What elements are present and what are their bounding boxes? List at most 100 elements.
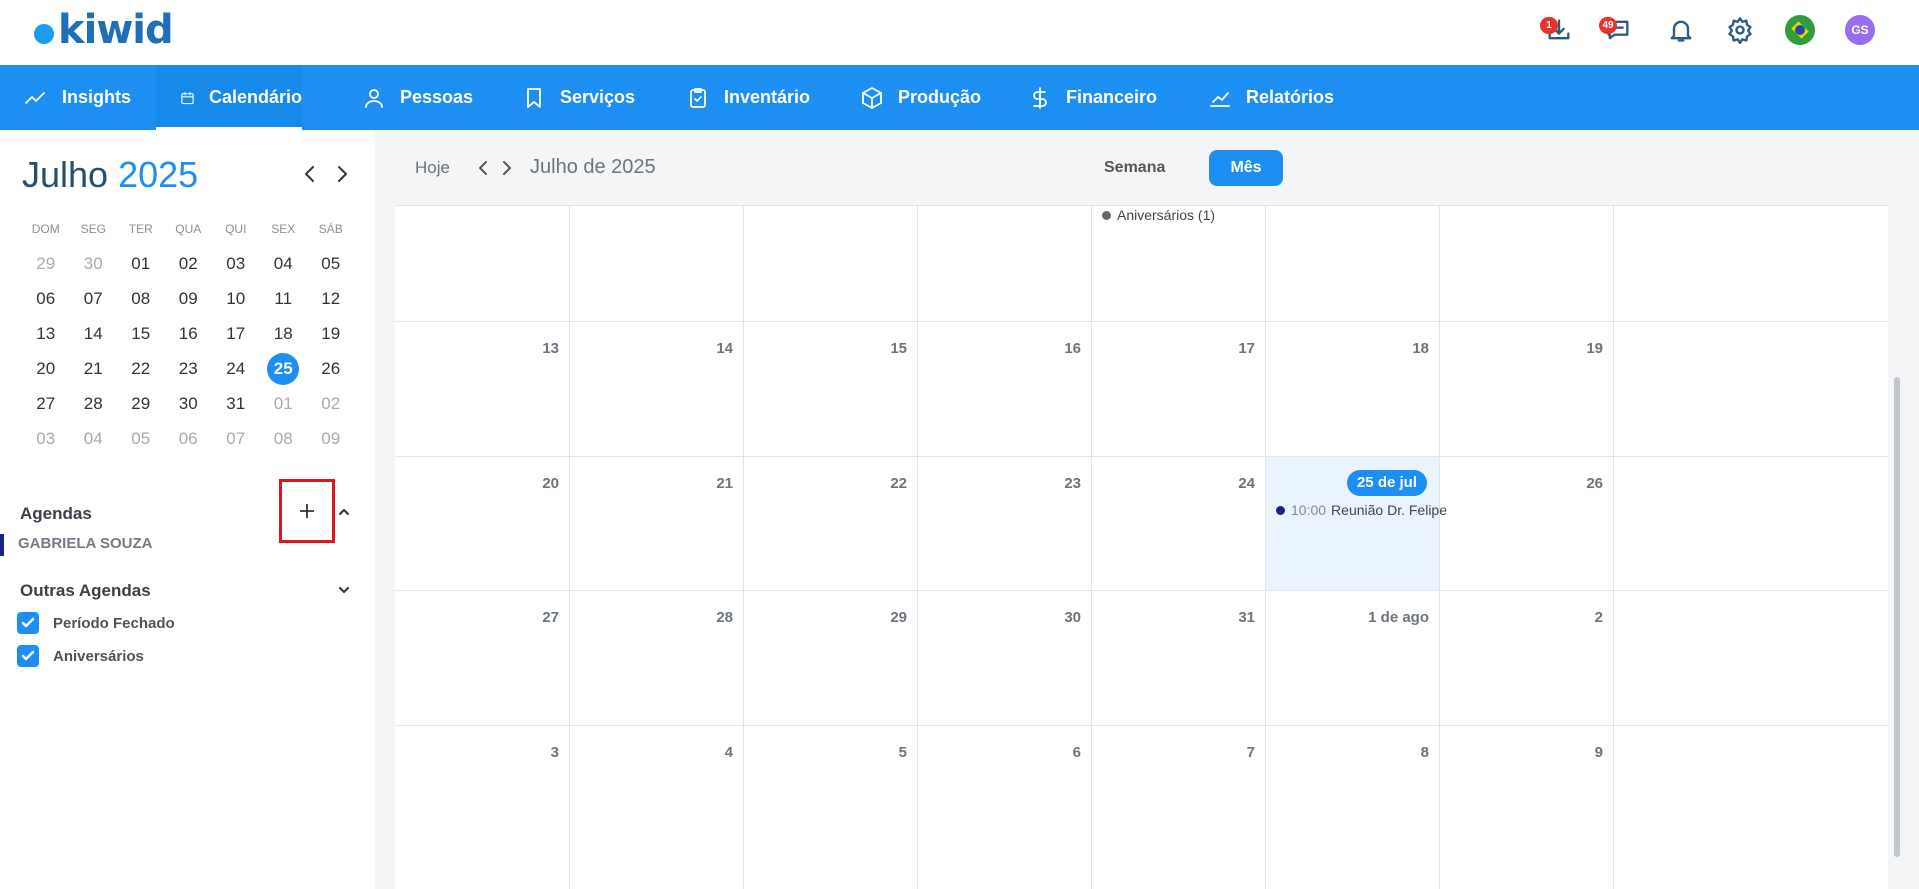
nav-calendario[interactable]: Calendário <box>156 65 302 130</box>
mini-calendar-day[interactable]: 03 <box>22 429 70 449</box>
mini-calendar-day[interactable]: 12 <box>307 289 355 309</box>
mini-calendar-day[interactable]: 09 <box>307 429 355 449</box>
mini-calendar-day[interactable]: 05 <box>307 254 355 274</box>
periodo-fechado-option[interactable]: Período Fechado <box>17 612 175 634</box>
aniversarios-checkbox[interactable] <box>17 645 39 667</box>
mini-calendar-day[interactable]: 01 <box>260 394 308 414</box>
calendar-day-cell[interactable]: 19 <box>1440 322 1614 456</box>
mini-calendar-day[interactable]: 19 <box>307 324 355 344</box>
notifications-button[interactable] <box>1664 13 1698 47</box>
calendar-day-cell[interactable]: 15 <box>744 322 918 456</box>
calendar-day-cell[interactable]: 20 <box>395 457 570 590</box>
calendar-day-cell[interactable]: 16 <box>918 322 1092 456</box>
nav-relatorios[interactable]: Relatórios <box>1208 65 1348 130</box>
mini-calendar-day[interactable]: 27 <box>22 394 70 414</box>
mini-calendar-day[interactable]: 07 <box>70 289 118 309</box>
calendar-day-cell[interactable]: 27 <box>395 591 570 725</box>
prev-period-button[interactable] <box>475 158 491 178</box>
mini-calendar-day[interactable]: 21 <box>70 359 118 379</box>
calendar-day-cell[interactable]: Aniversários (1) <box>1092 206 1266 321</box>
calendar-day-cell[interactable]: 17 <box>1092 322 1266 456</box>
calendar-day-cell-today[interactable]: 25 de jul 10:00 Reunião Dr. Felipe <box>1266 457 1447 590</box>
mini-calendar-day[interactable]: 15 <box>117 324 165 344</box>
mini-calendar-day[interactable]: 18 <box>260 324 308 344</box>
mini-calendar-day[interactable]: 20 <box>22 359 70 379</box>
aniversarios-option[interactable]: Aniversários <box>17 645 144 667</box>
calendar-day-cell[interactable]: 1 de ago <box>1266 591 1440 725</box>
settings-button[interactable] <box>1723 13 1757 47</box>
mini-calendar-day[interactable]: 16 <box>165 324 213 344</box>
kiwid-logo[interactable]: kiwid <box>34 10 174 50</box>
mini-calendar-next-button[interactable] <box>330 162 354 186</box>
month-view-button[interactable]: Mês <box>1209 150 1283 186</box>
calendar-day-cell[interactable]: 9 <box>1440 726 1614 889</box>
calendar-day-cell[interactable]: 26 <box>1440 457 1614 590</box>
mini-calendar-day[interactable]: 22 <box>117 359 165 379</box>
mini-calendar-day[interactable]: 04 <box>260 254 308 274</box>
agenda-item[interactable]: GABRIELA SOUZA <box>0 534 300 556</box>
mini-calendar-day[interactable]: 31 <box>212 394 260 414</box>
calendar-day-cell[interactable]: 4 <box>570 726 744 889</box>
mini-calendar-day[interactable]: 29 <box>117 394 165 414</box>
calendar-day-cell[interactable]: 21 <box>570 457 744 590</box>
calendar-day-cell[interactable]: 6 <box>918 726 1092 889</box>
language-button[interactable] <box>1783 13 1817 47</box>
calendar-day-cell[interactable] <box>744 206 918 321</box>
next-period-button[interactable] <box>499 158 515 178</box>
periodo-fechado-checkbox[interactable] <box>17 612 39 634</box>
nav-pessoas[interactable]: Pessoas <box>362 65 492 130</box>
mini-calendar-day[interactable]: 30 <box>165 394 213 414</box>
calendar-day-cell[interactable] <box>1266 206 1440 321</box>
calendar-day-cell[interactable]: 7 <box>1092 726 1266 889</box>
mini-calendar-day[interactable]: 09 <box>165 289 213 309</box>
nav-servicos[interactable]: Serviços <box>522 65 652 130</box>
agendas-collapse-button[interactable] <box>336 504 352 520</box>
nav-financeiro[interactable]: Financeiro <box>1028 65 1168 130</box>
calendar-event[interactable]: 10:00 Reunião Dr. Felipe <box>1276 502 1447 518</box>
calendar-day-cell[interactable]: 2 <box>1440 591 1614 725</box>
mini-calendar-day[interactable]: 23 <box>165 359 213 379</box>
mini-calendar-day[interactable]: 08 <box>260 429 308 449</box>
calendar-day-cell[interactable]: 31 <box>1092 591 1266 725</box>
messages-button[interactable]: 49 <box>1599 13 1635 47</box>
mini-calendar-day[interactable]: 14 <box>70 324 118 344</box>
mini-calendar-day[interactable]: 08 <box>117 289 165 309</box>
calendar-day-cell[interactable] <box>570 206 744 321</box>
mini-calendar-day[interactable]: 29 <box>22 254 70 274</box>
mini-calendar-day[interactable]: 30 <box>70 254 118 274</box>
mini-calendar-day[interactable]: 11 <box>260 289 308 309</box>
mini-calendar-day[interactable]: 06 <box>165 429 213 449</box>
calendar-day-cell[interactable]: 28 <box>570 591 744 725</box>
mini-calendar-day[interactable]: 02 <box>307 394 355 414</box>
calendar-day-cell[interactable]: 3 <box>395 726 570 889</box>
today-button[interactable]: Hoje <box>415 158 450 178</box>
mini-calendar-today[interactable]: 25 <box>260 352 308 385</box>
mini-calendar-day[interactable]: 05 <box>117 429 165 449</box>
calendar-day-cell[interactable]: 24 <box>1092 457 1266 590</box>
calendar-day-cell[interactable]: 8 <box>1266 726 1440 889</box>
mini-calendar-prev-button[interactable] <box>298 162 322 186</box>
nav-inventario[interactable]: Inventário <box>686 65 826 130</box>
mini-calendar-day[interactable]: 13 <box>22 324 70 344</box>
mini-calendar-day[interactable]: 24 <box>212 359 260 379</box>
mini-calendar-day[interactable]: 10 <box>212 289 260 309</box>
mini-calendar-day[interactable]: 03 <box>212 254 260 274</box>
mini-calendar-day[interactable]: 26 <box>307 359 355 379</box>
calendar-scrollbar[interactable] <box>1894 377 1900 857</box>
user-menu-button[interactable]: GS <box>1843 13 1877 47</box>
mini-calendar-day[interactable]: 07 <box>212 429 260 449</box>
mini-calendar-day[interactable]: 17 <box>212 324 260 344</box>
nav-producao[interactable]: Produção <box>860 65 990 130</box>
mini-calendar-day[interactable]: 28 <box>70 394 118 414</box>
calendar-day-cell[interactable] <box>395 206 570 321</box>
calendar-day-cell[interactable]: 22 <box>744 457 918 590</box>
mini-calendar-day[interactable]: 04 <box>70 429 118 449</box>
mini-calendar-day[interactable]: 01 <box>117 254 165 274</box>
calendar-day-cell[interactable]: 5 <box>744 726 918 889</box>
calendar-day-cell[interactable]: 13 <box>395 322 570 456</box>
calendar-day-cell[interactable] <box>918 206 1092 321</box>
nav-insights[interactable]: Insights <box>24 65 154 130</box>
outras-agendas-expand-button[interactable] <box>336 582 352 598</box>
calendar-day-cell[interactable]: 29 <box>744 591 918 725</box>
calendar-day-cell[interactable]: 18 <box>1266 322 1440 456</box>
